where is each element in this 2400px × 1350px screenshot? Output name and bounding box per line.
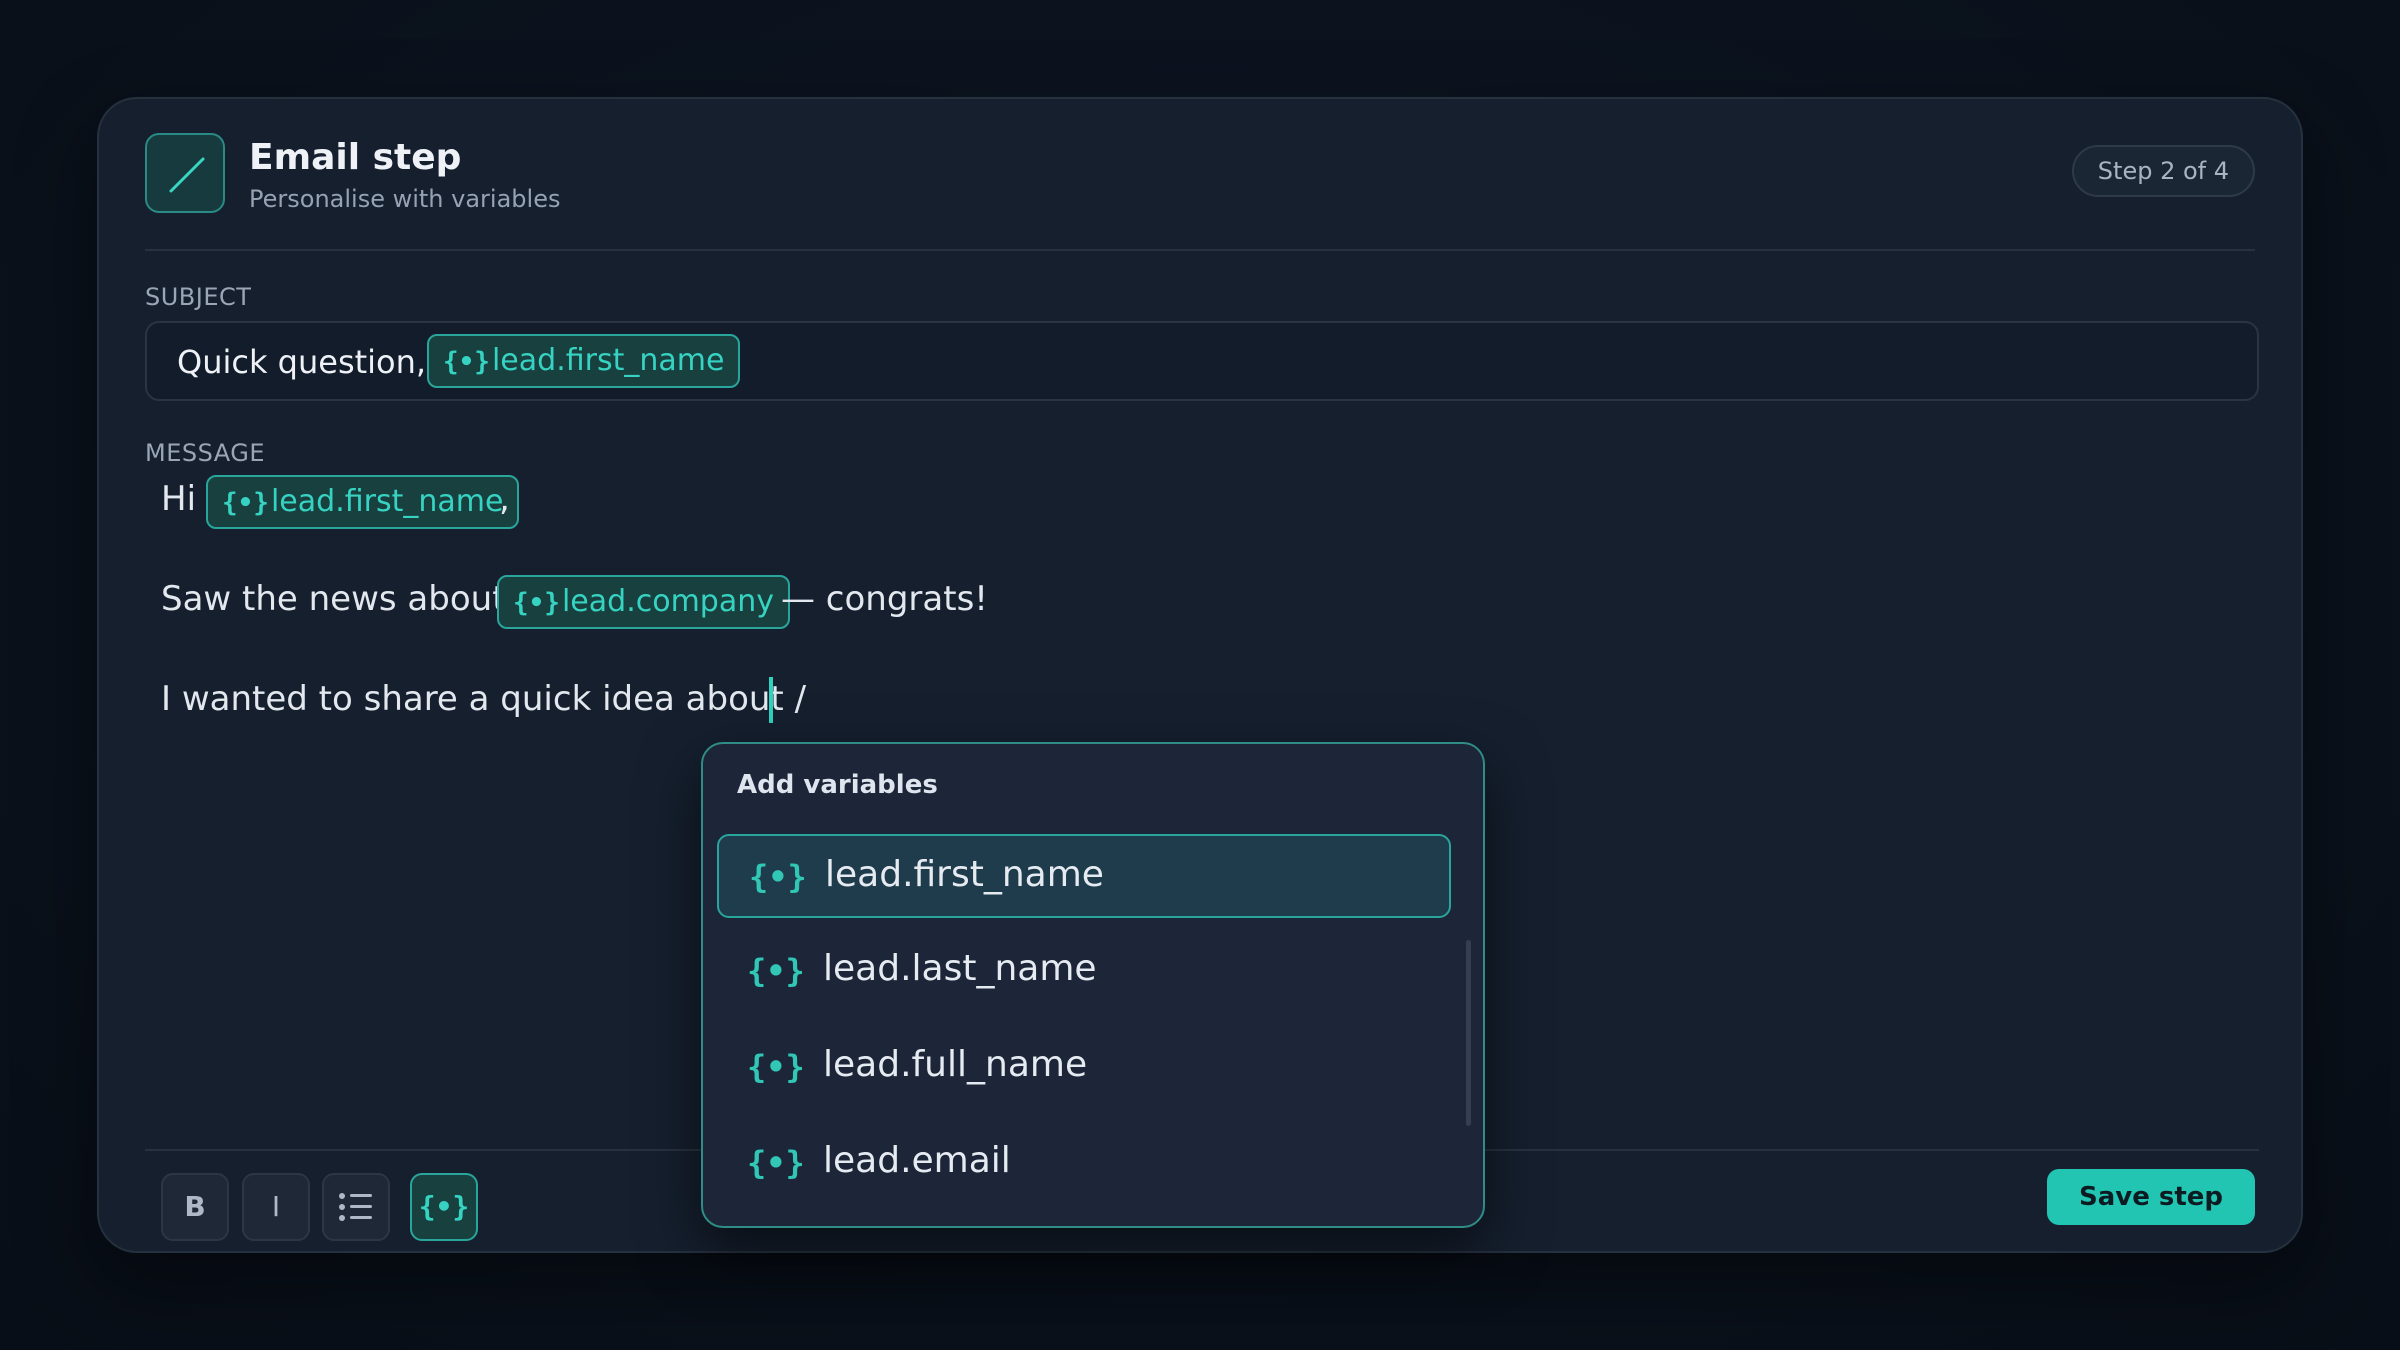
variables-dropdown: Add variables {•} lead.first_name {•} le…	[701, 742, 1485, 1228]
italic-button[interactable]: I	[242, 1173, 310, 1241]
braces-icon: {•}	[222, 488, 269, 518]
variable-option-label: lead.last_name	[823, 948, 1097, 989]
chip-label: lead.first_name	[491, 343, 725, 378]
chip-label: lead.first_name	[270, 484, 504, 519]
message-label: MESSAGE	[145, 439, 266, 467]
text-caret	[769, 677, 773, 723]
dropdown-title: Add variables	[737, 770, 938, 800]
page-title: Email step	[249, 137, 462, 178]
page-subtitle: Personalise with variables	[249, 185, 561, 213]
variable-option[interactable]: {•} lead.full_name	[717, 1026, 1451, 1110]
dropdown-scrollbar[interactable]	[1466, 940, 1471, 1126]
variable-option[interactable]: {•} lead.first_name	[717, 834, 1451, 918]
subject-variable-chip[interactable]: {•}lead.first_name	[427, 334, 741, 388]
subject-input[interactable]: Quick question, {•}lead.first_name	[145, 321, 2259, 401]
message-line2-text: Saw the news about	[161, 579, 506, 619]
variable-option[interactable]: {•} lead.last_name	[717, 930, 1451, 1014]
variable-option[interactable]: {•} lead.email	[717, 1122, 1451, 1206]
list-button[interactable]	[322, 1173, 390, 1241]
message-line1-suffix: ,	[499, 479, 510, 519]
message-line3-text: I wanted to share a quick idea about /	[161, 679, 807, 719]
message-line2-suffix: — congrats!	[781, 579, 988, 619]
variable-option-label: lead.first_name	[825, 854, 1104, 895]
subject-label: SUBJECT	[145, 283, 252, 311]
braces-icon: {•}	[747, 1048, 805, 1086]
message-variable-chip[interactable]: {•}lead.first_name	[206, 475, 520, 529]
message-variable-chip[interactable]: {•}lead.company	[497, 575, 790, 629]
braces-icon: {•}	[749, 858, 807, 896]
card-header: Email step Personalise with variables St…	[145, 133, 2255, 215]
chip-label: lead.company	[561, 584, 774, 619]
braces-icon: {•}	[443, 347, 490, 377]
variable-option-label: lead.full_name	[823, 1044, 1088, 1085]
save-button[interactable]: Save step	[2047, 1169, 2255, 1225]
insert-variable-button[interactable]: {•}	[410, 1173, 478, 1241]
braces-icon: {•}	[747, 952, 805, 990]
bold-button[interactable]: B	[161, 1173, 229, 1241]
email-step-card: Email step Personalise with variables St…	[97, 97, 2303, 1253]
list-icon	[339, 1193, 372, 1221]
slash-icon	[145, 133, 225, 213]
braces-icon: {•}	[747, 1144, 805, 1182]
header-divider	[145, 249, 2255, 251]
message-line1-text: Hi	[161, 479, 197, 519]
braces-icon: {•}	[418, 1190, 470, 1223]
step-badge: Step 2 of 4	[2071, 145, 2255, 197]
variable-option-label: lead.email	[823, 1140, 1011, 1181]
braces-icon: {•}	[513, 588, 560, 618]
subject-text: Quick question,	[177, 343, 427, 381]
